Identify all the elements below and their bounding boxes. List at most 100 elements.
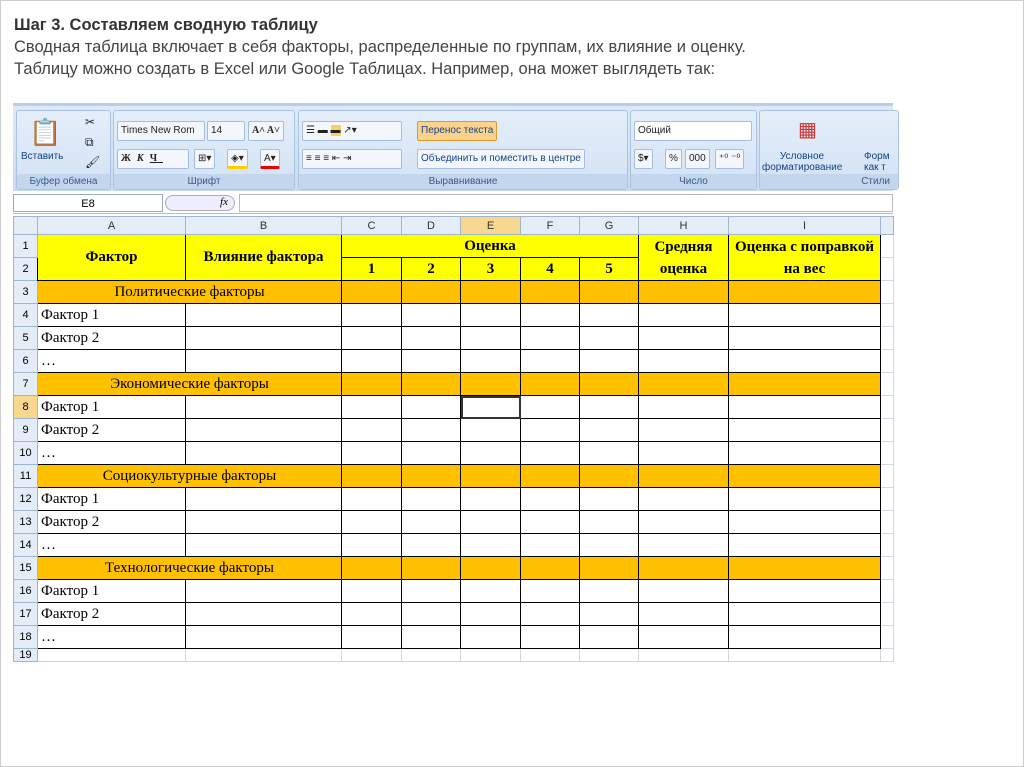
score-header-1[interactable]: 1: [341, 257, 402, 281]
cell-partial[interactable]: [880, 280, 894, 304]
cell[interactable]: [880, 648, 894, 662]
cell[interactable]: [401, 602, 461, 626]
row-header[interactable]: 1: [13, 234, 38, 258]
cell[interactable]: [520, 349, 580, 373]
group-title[interactable]: Технологические факторы: [37, 556, 342, 580]
factor-cell[interactable]: Фактор 1: [37, 579, 186, 603]
header-score[interactable]: Оценка: [341, 234, 639, 258]
cell[interactable]: [341, 372, 402, 396]
cell[interactable]: [520, 625, 580, 649]
row-header[interactable]: 13: [13, 510, 38, 534]
cell[interactable]: [728, 625, 881, 649]
cell-partial[interactable]: [880, 418, 894, 442]
fill-color-button[interactable]: ◈▾: [227, 149, 248, 169]
grow-font-button[interactable]: A˄ A˅: [248, 121, 284, 141]
row-header[interactable]: 10: [13, 441, 38, 465]
cell[interactable]: [341, 648, 402, 662]
bold-italic-underline-buttons[interactable]: ЖКЧ: [117, 149, 189, 169]
font-name-select[interactable]: Times New Rom: [117, 121, 205, 141]
cell[interactable]: [579, 326, 639, 350]
cell[interactable]: [728, 510, 881, 534]
cell[interactable]: [579, 349, 639, 373]
cell[interactable]: [638, 326, 729, 350]
column-header-C[interactable]: C: [341, 216, 402, 235]
paste-button[interactable]: Вставить: [21, 151, 63, 162]
format-painter-icon[interactable]: 🖌: [85, 155, 100, 169]
group-title[interactable]: Экономические факторы: [37, 372, 342, 396]
cell[interactable]: [728, 280, 881, 304]
wrap-text-button[interactable]: Перенос текста: [417, 121, 498, 141]
copy-icon[interactable]: ⧉: [85, 135, 94, 150]
cell[interactable]: [460, 510, 521, 534]
cell[interactable]: [341, 395, 402, 419]
cell[interactable]: [728, 556, 881, 580]
column-header-partial[interactable]: [880, 216, 894, 235]
row-header[interactable]: 17: [13, 602, 38, 626]
cell-partial[interactable]: [880, 303, 894, 327]
column-header-A[interactable]: A: [37, 216, 186, 235]
thousands-button[interactable]: 000: [685, 149, 710, 169]
column-header-G[interactable]: G: [579, 216, 639, 235]
cell[interactable]: [638, 280, 729, 304]
group-title[interactable]: Социокультурные факторы: [37, 464, 342, 488]
cell[interactable]: [341, 464, 402, 488]
cell[interactable]: [579, 441, 639, 465]
cell[interactable]: [579, 464, 639, 488]
cell[interactable]: [579, 418, 639, 442]
cell[interactable]: [460, 326, 521, 350]
row-header[interactable]: 19: [13, 648, 38, 662]
cell[interactable]: [520, 372, 580, 396]
cell[interactable]: [401, 395, 461, 419]
cell[interactable]: [341, 487, 402, 511]
cell[interactable]: [401, 418, 461, 442]
cell[interactable]: [728, 648, 881, 662]
cell[interactable]: [401, 625, 461, 649]
row-header[interactable]: 2: [13, 257, 38, 281]
cell[interactable]: [579, 648, 639, 662]
borders-button[interactable]: ⊞▾: [194, 149, 216, 169]
cell[interactable]: [341, 533, 402, 557]
cell[interactable]: [728, 372, 881, 396]
cell[interactable]: [728, 533, 881, 557]
cell[interactable]: [520, 510, 580, 534]
cell[interactable]: [579, 579, 639, 603]
cell-partial[interactable]: [880, 372, 894, 396]
cell[interactable]: [520, 602, 580, 626]
cell[interactable]: [341, 602, 402, 626]
cell[interactable]: [401, 533, 461, 557]
cell[interactable]: [520, 487, 580, 511]
row-header[interactable]: 4: [13, 303, 38, 327]
cell[interactable]: [401, 372, 461, 396]
cell[interactable]: [341, 441, 402, 465]
cell[interactable]: [579, 510, 639, 534]
column-header-D[interactable]: D: [401, 216, 461, 235]
cell[interactable]: [520, 326, 580, 350]
cell[interactable]: [728, 349, 881, 373]
factor-cell[interactable]: Фактор 1: [37, 487, 186, 511]
cell-partial[interactable]: [880, 556, 894, 580]
italic-button[interactable]: К: [137, 153, 150, 164]
cell[interactable]: [460, 464, 521, 488]
vertical-align-buttons[interactable]: ☰ ▬ ▬ ↗▾: [302, 121, 402, 141]
cell[interactable]: [401, 487, 461, 511]
cell[interactable]: [728, 602, 881, 626]
cell[interactable]: [401, 510, 461, 534]
cell-partial[interactable]: [880, 441, 894, 465]
cell-partial[interactable]: [880, 395, 894, 419]
cell[interactable]: [185, 510, 342, 534]
cell[interactable]: [185, 395, 342, 419]
header-factor[interactable]: Фактор: [37, 234, 186, 281]
factor-cell[interactable]: Фактор 1: [37, 303, 186, 327]
cell[interactable]: [460, 372, 521, 396]
horizontal-align-buttons[interactable]: ≡ ≡ ≡ ⇤ ⇥: [302, 149, 402, 169]
merge-center-button[interactable]: Объединить и поместить в центре: [417, 149, 585, 169]
cell[interactable]: [401, 280, 461, 304]
cell[interactable]: [460, 556, 521, 580]
cell[interactable]: [341, 280, 402, 304]
row-header[interactable]: 3: [13, 280, 38, 304]
cell[interactable]: [460, 602, 521, 626]
cell[interactable]: [728, 487, 881, 511]
cell[interactable]: [520, 418, 580, 442]
header-influence[interactable]: Влияние фактора: [185, 234, 342, 281]
cell-partial[interactable]: [880, 326, 894, 350]
